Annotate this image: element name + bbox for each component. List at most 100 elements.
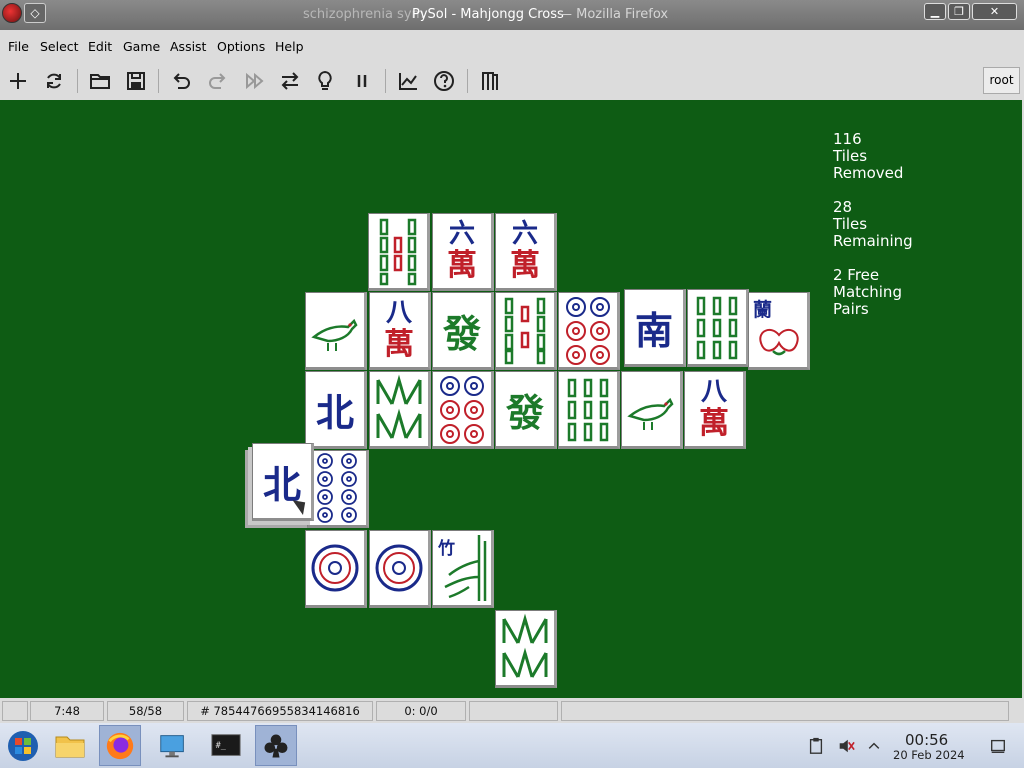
- green-dragon-tile[interactable]: 發: [432, 292, 494, 370]
- green-dragon-tile[interactable]: 發: [495, 371, 557, 449]
- redo-icon[interactable]: [205, 68, 231, 94]
- tiles-remaining-label: Tiles: [833, 215, 868, 233]
- start-menu-button[interactable]: [2, 725, 44, 766]
- tiles-remaining-label: Remaining: [833, 232, 913, 250]
- free-pairs-stat: 2 Free Matching Pairs: [833, 267, 902, 318]
- free-pairs-label: Pairs: [833, 300, 869, 318]
- circle-one-tile[interactable]: [305, 530, 367, 608]
- north-wind-tile[interactable]: 北: [305, 371, 367, 449]
- tray-expand-icon[interactable]: [863, 725, 885, 766]
- menu-file[interactable]: File: [8, 39, 29, 54]
- menu-edit[interactable]: Edit: [88, 39, 112, 54]
- minimize-button[interactable]: ▁: [924, 3, 946, 20]
- background-window-title: schizophrenia sym: [303, 7, 425, 22]
- svg-text:#_: #_: [216, 739, 227, 749]
- bird-bamboo-tile[interactable]: [621, 371, 683, 449]
- character-suit: 萬: [447, 248, 477, 283]
- character-six-tile[interactable]: 六 萬: [432, 213, 494, 291]
- window-menu-button[interactable]: ◇: [24, 3, 46, 23]
- status-message: [561, 701, 1009, 721]
- status-game-number: # 78544766955834146816: [187, 701, 373, 721]
- new-game-icon[interactable]: [5, 68, 31, 94]
- rules-help-icon[interactable]: [431, 68, 457, 94]
- pause-icon[interactable]: [349, 68, 375, 94]
- open-folder-icon[interactable]: [87, 68, 113, 94]
- green-dragon-glyph: 發: [505, 389, 544, 435]
- file-manager-icon[interactable]: [49, 725, 91, 766]
- menu-select[interactable]: Select: [40, 39, 79, 54]
- save-icon[interactable]: [123, 68, 149, 94]
- menu-bar: File Select Edit Game Assist Options Hel…: [0, 30, 1024, 61]
- quit-door-icon[interactable]: [477, 68, 503, 94]
- character-suit: 萬: [699, 406, 729, 441]
- circle-six-tile[interactable]: [432, 371, 494, 449]
- show-desktop-icon[interactable]: [985, 725, 1011, 766]
- game-board: 116 Tiles Removed 28 Tiles Remaining 2 F…: [0, 100, 1022, 698]
- free-pairs-label: Matching: [833, 283, 902, 301]
- maximize-button[interactable]: ❐: [948, 3, 970, 20]
- menu-assist[interactable]: Assist: [170, 39, 206, 54]
- character-suit: 萬: [510, 248, 540, 283]
- terminal-icon[interactable]: #_: [205, 725, 247, 766]
- bamboo-tile[interactable]: [369, 371, 431, 449]
- volume-muted-icon[interactable]: [835, 725, 857, 766]
- bamboo-tile[interactable]: [495, 610, 557, 688]
- character-six-tile[interactable]: 六 萬: [495, 213, 557, 291]
- hint-bulb-icon[interactable]: [312, 68, 338, 94]
- statistics-icon[interactable]: [395, 68, 421, 94]
- clock-date[interactable]: 20 Feb 2024: [893, 748, 965, 762]
- clipboard-icon[interactable]: [805, 725, 827, 766]
- taskbar: #_ 00:56 20 Feb 2024: [0, 723, 1024, 768]
- pysol-cards-icon[interactable]: [255, 725, 297, 766]
- south-wind-tile[interactable]: 南: [624, 289, 686, 367]
- tiles-removed-label: Removed: [833, 164, 904, 182]
- autodrop-icon[interactable]: [242, 68, 268, 94]
- character-eight-tile[interactable]: 八 萬: [369, 292, 431, 370]
- toolbar: [0, 61, 1024, 100]
- character-numeral: 六: [448, 219, 475, 249]
- shuffle-icon[interactable]: [277, 68, 303, 94]
- bamboo-tile[interactable]: [687, 289, 749, 367]
- free-pairs-count: 2 Free: [833, 266, 880, 284]
- undo-icon[interactable]: [168, 68, 194, 94]
- bamboo-tile[interactable]: [558, 371, 620, 449]
- window-title: PySol - Mahjongg Cross: [412, 7, 564, 22]
- status-time: 7:48: [30, 701, 104, 721]
- remote-desktop-icon[interactable]: [152, 725, 194, 766]
- character-numeral: 六: [511, 219, 538, 249]
- tiles-remaining-count: 28: [833, 198, 853, 216]
- circle-six-tile[interactable]: [558, 292, 620, 370]
- close-button[interactable]: ✕: [972, 3, 1017, 20]
- character-suit: 萬: [384, 327, 414, 362]
- north-wind-glyph: 北: [315, 389, 354, 435]
- firefox-icon[interactable]: [99, 725, 141, 766]
- app-icon[interactable]: [2, 3, 22, 23]
- orchid-flower-tile[interactable]: 蘭: [748, 292, 810, 370]
- tiles-removed-stat: 116 Tiles Removed: [833, 131, 903, 182]
- character-eight-tile[interactable]: 八 萬: [684, 371, 746, 449]
- circle-one-tile[interactable]: [369, 530, 431, 608]
- bamboo-tile[interactable]: [495, 292, 557, 370]
- status-empty: [469, 701, 558, 721]
- status-spacer: [2, 701, 28, 721]
- window-title-bar: ◇ schizophrenia sym PySol - Mahjongg Cro…: [0, 0, 1024, 30]
- window-title-suffix: — Mozilla Firefox: [559, 7, 669, 22]
- bamboo-flower-tile[interactable]: 竹: [432, 530, 494, 608]
- character-numeral: 八: [385, 298, 412, 328]
- green-dragon-glyph: 發: [442, 310, 481, 356]
- menu-help[interactable]: Help: [275, 39, 304, 54]
- restart-icon[interactable]: [41, 68, 67, 94]
- south-wind-glyph: 南: [634, 307, 673, 353]
- menu-options[interactable]: Options: [217, 39, 265, 54]
- user-button[interactable]: root: [983, 67, 1020, 94]
- status-bar: 7:48 58/58 # 78544766955834146816 0: 0/0: [0, 698, 1024, 723]
- clock-time[interactable]: 00:56: [905, 731, 948, 749]
- circle-eight-tile[interactable]: [307, 450, 369, 528]
- character-numeral: 八: [700, 377, 727, 407]
- tiles-remaining-stat: 28 Tiles Remaining: [833, 199, 913, 250]
- status-score: 0: 0/0: [376, 701, 466, 721]
- bamboo-tile[interactable]: [368, 213, 430, 291]
- menu-game[interactable]: Game: [123, 39, 160, 54]
- bird-bamboo-tile[interactable]: [305, 292, 367, 370]
- status-moves: 58/58: [107, 701, 184, 721]
